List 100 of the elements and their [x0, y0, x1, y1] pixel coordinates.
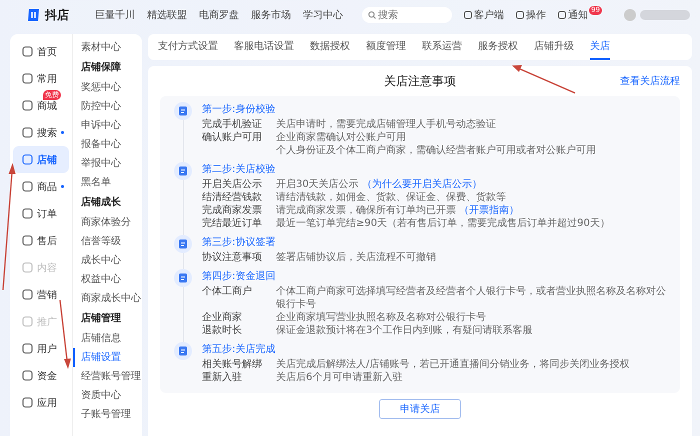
- sidebar-nav-item[interactable]: 常用: [13, 65, 69, 92]
- top-nav-link[interactable]: 服务市场: [251, 8, 291, 22]
- document-icon: [174, 269, 192, 287]
- submenu-item[interactable]: 报备中心: [73, 135, 142, 154]
- apply-button[interactable]: 申请关店: [379, 399, 461, 419]
- submenu-item[interactable]: 成长中心: [73, 251, 142, 270]
- search-icon: [368, 11, 376, 19]
- submenu-item[interactable]: 经营账号管理: [73, 367, 142, 386]
- tab[interactable]: 店铺升级: [534, 34, 574, 60]
- tab[interactable]: 支付方式设置: [158, 34, 218, 60]
- submenu-item[interactable]: 商家成长中心: [73, 289, 142, 308]
- submenu-group[interactable]: 店铺保障: [73, 57, 142, 78]
- row-text: 开启30天关店公示 （为什么要开启关店公示）: [276, 178, 482, 191]
- top-action[interactable]: 通知: [558, 8, 588, 22]
- row-text: 个体工商户商家可选择填写经营者及经营者个人银行卡号，或者营业执照名称及名称对公银行卡号: [276, 285, 667, 311]
- row-label: 完成手机验证: [202, 119, 262, 130]
- step-title: 第五步:关店完成: [202, 342, 276, 357]
- row-text: 请结清钱款，如佣金、货款、保证金、保费、货款等: [276, 191, 506, 204]
- avatar-placeholder: [624, 9, 636, 21]
- annotation-arrow: [512, 65, 576, 94]
- row-text: 个人身份证及个体工商户商家，需确认经营者账户可用或者对公账户可用: [276, 144, 596, 157]
- step-title: 第四步:资金退回: [202, 270, 276, 284]
- tab[interactable]: 客服电话设置: [234, 34, 294, 60]
- outline-square-icon: [22, 235, 33, 246]
- document-icon: [174, 342, 192, 360]
- help-link[interactable]: （开票指南）: [459, 205, 520, 216]
- submenu-item[interactable]: 资质中心: [73, 386, 142, 405]
- process-link[interactable]: 查看关店流程: [620, 74, 680, 88]
- submenu-item[interactable]: 子账号管理: [73, 405, 142, 424]
- sidebar-nav-item[interactable]: 应用: [13, 389, 69, 416]
- tab[interactable]: 数据授权: [310, 34, 350, 60]
- row-text: 签署店铺协议后，关店流程不可撤销: [276, 251, 436, 264]
- submenu-item[interactable]: 权益中心: [73, 270, 142, 289]
- sidebar-nav-item[interactable]: 商品: [13, 173, 69, 200]
- submenu-item[interactable]: 店铺设置: [73, 348, 142, 367]
- row-text: 企业商家填写营业执照名称及名称对公银行卡号: [276, 311, 486, 324]
- outline-square-icon: [22, 262, 33, 273]
- tab[interactable]: 服务授权: [478, 34, 518, 60]
- document-icon: [174, 235, 192, 253]
- tab[interactable]: 联系运营: [422, 34, 462, 60]
- outline-square-icon: [22, 343, 33, 354]
- logo-text: 抖店: [45, 6, 69, 24]
- submenu-item[interactable]: 防控中心: [73, 97, 142, 116]
- row-label: 完成商家发票: [202, 205, 262, 216]
- row-label: 协议注意事项: [202, 252, 262, 263]
- help-link[interactable]: （为什么要开启关店公示）: [362, 179, 482, 190]
- outline-square-icon: [22, 289, 33, 300]
- tab[interactable]: 额度管理: [366, 34, 406, 60]
- row-label: 确认账户可用: [202, 132, 262, 143]
- top-nav-link[interactable]: 学习中心: [303, 8, 343, 22]
- row-label: 相关账号解绑: [202, 359, 262, 370]
- outline-square-icon: [22, 73, 33, 84]
- outline-square-icon: [22, 208, 33, 219]
- sidebar-nav-item[interactable]: 搜索: [13, 119, 69, 146]
- sidebar-nav-item[interactable]: 用户: [13, 335, 69, 362]
- top-nav-link[interactable]: 巨量千川: [95, 8, 135, 22]
- top-nav-link[interactable]: 电商罗盘: [199, 8, 239, 22]
- row-text: 关店完成后解绑法人/店铺账号，若已开通直播间分销业务，将同步关闭业务授权: [276, 358, 630, 371]
- outline-icon: [558, 11, 566, 19]
- row-text: 关店申请时，需要完成店铺管理人手机号动态验证: [276, 118, 496, 131]
- top-action[interactable]: 操作: [516, 8, 546, 22]
- search-field[interactable]: 搜索: [362, 7, 452, 23]
- step-title: 第三步:协议签署: [202, 236, 276, 250]
- outline-square-icon: [22, 397, 33, 408]
- document-icon: [174, 162, 192, 180]
- outline-square-icon: [22, 127, 33, 138]
- submenu-group[interactable]: 店铺成长: [73, 192, 142, 213]
- outline-square-icon: [22, 100, 33, 111]
- row-text: 最近一笔订单完结≥90天（若有售后订单，需要完成售后订单并超过90天）: [276, 217, 610, 230]
- sidebar-nav-item[interactable]: 资金: [13, 362, 69, 389]
- outline-square-icon: [22, 154, 33, 165]
- tab[interactable]: 关店: [590, 34, 610, 60]
- row-text: 关店后6个月可申请重新入驻: [276, 371, 402, 384]
- step-title: 第二步:关店校验: [202, 162, 276, 177]
- sidebar-nav-item[interactable]: 售后: [13, 227, 69, 254]
- logo-icon: [26, 7, 42, 23]
- annotation-arrow: [59, 300, 71, 369]
- row-label: 个体工商户: [202, 286, 252, 297]
- submenu-group[interactable]: 店铺管理: [73, 308, 142, 329]
- sidebar-nav-item[interactable]: 订单: [13, 200, 69, 227]
- submenu-item[interactable]: 黑名单: [73, 173, 142, 192]
- submenu-item[interactable]: 店铺信息: [73, 329, 142, 348]
- row-text: 企业商家需确认对公账户可用: [276, 131, 406, 144]
- submenu-item[interactable]: 素材中心: [73, 38, 142, 57]
- page-title: 关店注意事项: [384, 72, 456, 90]
- submenu-item[interactable]: 奖惩中心: [73, 78, 142, 97]
- top-action[interactable]: 客户端: [464, 8, 504, 22]
- top-nav-link[interactable]: 精选联盟: [147, 8, 187, 22]
- sidebar-nav-item[interactable]: 首页: [13, 38, 69, 65]
- sidebar-nav-item[interactable]: 店铺: [13, 146, 69, 173]
- row-label: 重新入驻: [202, 372, 242, 383]
- submenu-item[interactable]: 举报中心: [73, 154, 142, 173]
- submenu-item[interactable]: 商家体验分: [73, 213, 142, 232]
- sidebar-nav-item[interactable]: 营销: [13, 281, 69, 308]
- outline-square-icon: [22, 181, 33, 192]
- row-label: 企业商家: [202, 312, 242, 323]
- submenu-item[interactable]: 申诉中心: [73, 116, 142, 135]
- submenu-item[interactable]: 信誉等级: [73, 232, 142, 251]
- outline-icon: [516, 11, 524, 19]
- outline-square-icon: [22, 46, 33, 57]
